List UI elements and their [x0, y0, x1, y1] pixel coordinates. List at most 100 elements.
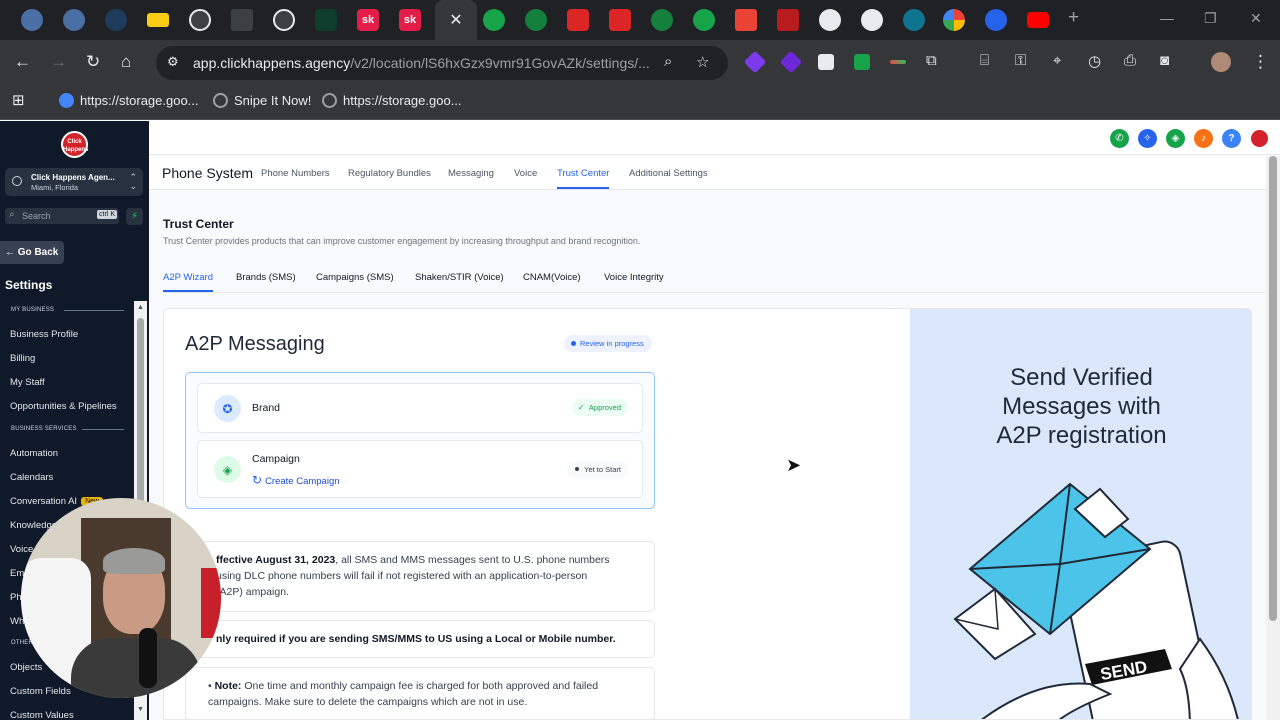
- tab-shaken-stir[interactable]: Shaken/STIR (Voice): [415, 272, 504, 283]
- apps-grid-icon[interactable]: ⊞: [12, 91, 25, 109]
- status-badge: Approved: [571, 399, 628, 416]
- scroll-up-icon[interactable]: ▲: [137, 304, 144, 311]
- tab-favicon-icon[interactable]: [651, 9, 673, 31]
- magic-wand-icon[interactable]: ✧: [1138, 129, 1157, 148]
- restore-icon[interactable]: ❐: [1204, 10, 1217, 27]
- tab-favicon-icon[interactable]: [105, 9, 127, 31]
- create-campaign-link[interactable]: ↻ Create Campaign: [252, 473, 340, 487]
- tab-additional-settings[interactable]: Additional Settings: [629, 168, 708, 179]
- quick-action-bolt-icon[interactable]: ⚡: [126, 208, 143, 225]
- sidebar-item-custom-values[interactable]: Custom Values: [10, 710, 74, 720]
- menu-kebab-icon[interactable]: ⋮: [1252, 52, 1269, 72]
- tab-voice[interactable]: Voice: [514, 168, 537, 179]
- tab-favicon-icon[interactable]: [189, 9, 211, 31]
- tab-favicon-icon[interactable]: [609, 9, 631, 31]
- tab-favicon-icon[interactable]: [63, 9, 85, 31]
- bookmark-storage-2[interactable]: https://storage.goo...: [322, 93, 462, 108]
- close-icon[interactable]: ✕: [449, 10, 462, 30]
- tab-favicon-icon[interactable]: sk: [357, 9, 379, 31]
- section-my-business: MY BUSINESS: [11, 307, 55, 313]
- megaphone-icon[interactable]: ◈: [1166, 129, 1185, 148]
- go-back-button[interactable]: ← Go Back: [0, 241, 64, 264]
- tab-brands-sms[interactable]: Brands (SMS): [236, 272, 296, 283]
- extension-icon[interactable]: [890, 60, 906, 64]
- home-icon[interactable]: ⌂: [121, 52, 131, 72]
- tab-favicon-icon[interactable]: [147, 13, 169, 27]
- help-icon[interactable]: ?: [1222, 129, 1241, 148]
- tab-favicon-icon[interactable]: [315, 9, 337, 31]
- print-icon[interactable]: ⎙: [1124, 52, 1136, 69]
- extension-icon[interactable]: [854, 54, 870, 70]
- extension-icon[interactable]: [743, 50, 767, 74]
- tab-favicon-icon[interactable]: [21, 9, 43, 31]
- tab-favicon-icon[interactable]: [985, 9, 1007, 31]
- tab-favicon-icon[interactable]: [777, 9, 799, 31]
- sidebar-search-input[interactable]: ⌕ Search ctrl K: [5, 208, 119, 224]
- sidebar-item-my-staff[interactable]: My Staff: [10, 377, 45, 388]
- new-tab-icon[interactable]: +: [1068, 7, 1079, 29]
- back-arrow-icon[interactable]: ←: [14, 52, 31, 72]
- account-avatar[interactable]: [1250, 129, 1269, 148]
- scroll-down-icon[interactable]: ▼: [137, 706, 144, 713]
- bookmark-storage-1[interactable]: https://storage.goo...: [59, 93, 199, 108]
- tab-favicon-icon[interactable]: [903, 9, 925, 31]
- address-bar[interactable]: ⚙ app.clickhappens.agency/v2/location/lS…: [156, 46, 728, 80]
- scrollbar-thumb[interactable]: [1269, 156, 1277, 621]
- history-icon[interactable]: ◷: [1088, 52, 1101, 70]
- tab-trust-center[interactable]: Trust Center: [557, 168, 610, 189]
- account-location: Miami, Florida: [31, 183, 79, 192]
- bookmark-label: https://storage.goo...: [343, 93, 462, 108]
- google-icon[interactable]: [943, 9, 965, 31]
- bell-icon[interactable]: ♪: [1194, 129, 1213, 148]
- tab-favicon-icon[interactable]: [693, 9, 715, 31]
- sidebar-item-opportunities[interactable]: Opportunities & Pipelines: [10, 401, 117, 412]
- tab-messaging[interactable]: Messaging: [448, 168, 494, 179]
- forward-arrow-icon[interactable]: →: [50, 52, 67, 72]
- tab-favicon-icon[interactable]: [231, 9, 253, 31]
- youtube-icon[interactable]: [1027, 12, 1049, 28]
- tab-cnam-voice[interactable]: CNAM(Voice): [523, 272, 581, 283]
- reload-icon[interactable]: ↻: [86, 52, 100, 72]
- webcam-person-body: [71, 638, 201, 698]
- puzzle-icon[interactable]: ⧉: [926, 52, 937, 69]
- location-pin-icon[interactable]: ⌖: [1053, 52, 1061, 69]
- window-close-icon[interactable]: ✕: [1250, 10, 1262, 27]
- sidebar-item-billing[interactable]: Billing: [10, 353, 35, 364]
- tab-favicon-icon[interactable]: [819, 9, 841, 31]
- tab-favicon-icon[interactable]: [861, 9, 883, 31]
- gmail-icon[interactable]: [735, 9, 757, 31]
- profile-avatar[interactable]: [1211, 52, 1231, 72]
- phone-icon[interactable]: ✆: [1110, 129, 1129, 148]
- tab-voice-integrity[interactable]: Voice Integrity: [604, 272, 664, 283]
- tab-search-icon[interactable]: ⌸: [980, 52, 989, 69]
- sidebar-item-automation[interactable]: Automation: [10, 448, 58, 459]
- url-text[interactable]: app.clickhappens.agency/v2/location/lS6h…: [193, 55, 650, 71]
- bookmark-snipe-it-now[interactable]: Snipe It Now!: [213, 93, 311, 108]
- active-tab[interactable]: ✕: [435, 0, 477, 40]
- tab-favicon-icon[interactable]: [483, 9, 505, 31]
- key-icon[interactable]: ⚿: [1015, 52, 1026, 69]
- sidebar-item-calendars[interactable]: Calendars: [10, 472, 53, 483]
- notion-icon[interactable]: [818, 54, 834, 70]
- tab-favicon-icon[interactable]: [273, 9, 295, 31]
- star-icon[interactable]: ☆: [696, 53, 709, 71]
- brand-logo[interactable]: Click Happens: [61, 131, 88, 158]
- tab-a2p-wizard[interactable]: A2P Wizard: [163, 272, 213, 292]
- sidebar-item-voice[interactable]: Voice: [10, 544, 33, 555]
- camera-icon[interactable]: ◙: [1160, 52, 1169, 69]
- account-switcher[interactable]: Click Happens Agen... Miami, Florida ⌃ ⌄: [5, 168, 143, 196]
- sidebar-item-business-profile[interactable]: Business Profile: [10, 329, 78, 340]
- tab-favicon-icon[interactable]: [567, 9, 589, 31]
- tab-favicon-icon[interactable]: [525, 9, 547, 31]
- extension-icon[interactable]: [779, 50, 803, 74]
- search-icon[interactable]: ⌕: [664, 53, 672, 70]
- main-scrollbar[interactable]: [1266, 156, 1280, 720]
- tab-campaigns-sms[interactable]: Campaigns (SMS): [316, 272, 394, 283]
- brand-step[interactable]: ✪ Brand Approved: [197, 383, 643, 433]
- site-info-icon[interactable]: ⚙: [167, 54, 179, 70]
- minimize-icon[interactable]: —: [1160, 10, 1174, 26]
- tab-favicon-icon[interactable]: sk: [399, 9, 421, 31]
- campaign-step[interactable]: ◈ Campaign ↻ Create Campaign Yet to Start: [197, 440, 643, 498]
- tab-phone-numbers[interactable]: Phone Numbers: [261, 168, 330, 179]
- tab-regulatory-bundles[interactable]: Regulatory Bundles: [348, 168, 431, 179]
